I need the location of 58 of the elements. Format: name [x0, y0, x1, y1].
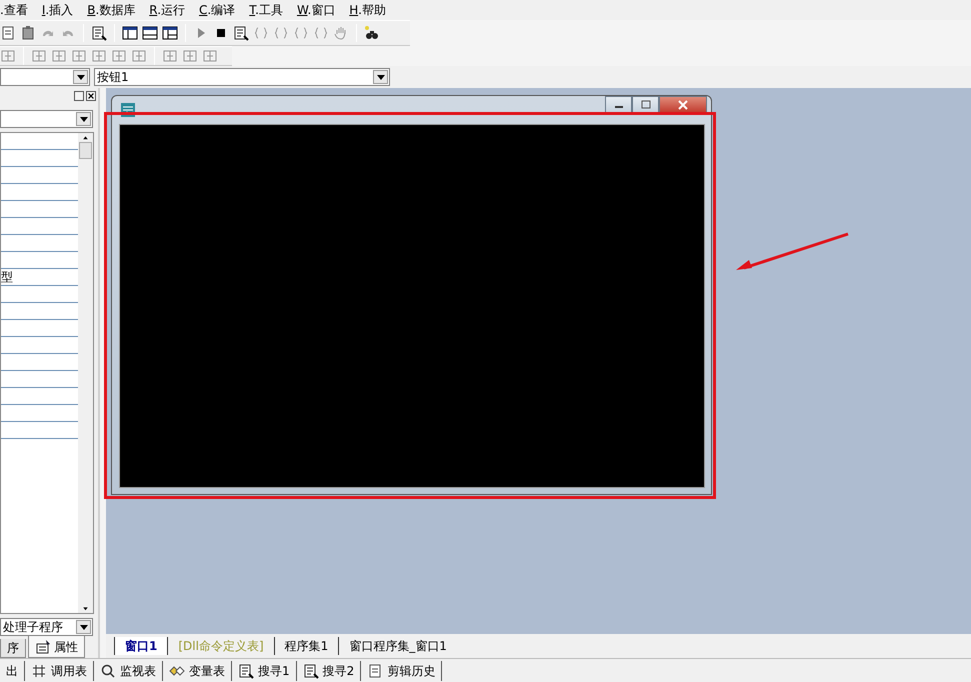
panel-tab[interactable]: 属性	[28, 636, 85, 658]
grid-icon	[31, 662, 47, 678]
property-text: 型	[1, 270, 13, 284]
menu-item[interactable]: R.运行	[149, 1, 186, 19]
scrollbar[interactable]	[78, 133, 93, 613]
brace-icon[interactable]	[293, 25, 309, 41]
maximize-icon	[640, 100, 650, 110]
object-combo[interactable]: 按钮1	[94, 68, 390, 86]
clipboard-icon[interactable]	[20, 25, 36, 41]
menu-item[interactable]: B.数据库	[87, 1, 136, 19]
align-icon[interactable]	[111, 48, 127, 64]
menu-item[interactable]: I.插入	[42, 1, 74, 19]
find-icon[interactable]	[233, 25, 249, 41]
panel-tab[interactable]: 调用表	[25, 660, 94, 680]
align-icon[interactable]	[91, 48, 107, 64]
menu-item[interactable]: C.编译	[199, 1, 236, 19]
panel-tab[interactable]: 搜寻2	[296, 660, 362, 680]
search-icon	[100, 662, 116, 678]
document-icon	[367, 662, 384, 678]
document-tab[interactable]: 窗口程序集_窗口1	[338, 637, 457, 655]
panel-tab[interactable]: 监视表	[94, 660, 163, 680]
properties-icon	[35, 638, 51, 654]
find-icon[interactable]	[91, 25, 107, 41]
layout-icon[interactable]	[162, 25, 178, 41]
object-type-combo[interactable]	[0, 68, 90, 86]
find-icon	[302, 662, 319, 678]
align-icon[interactable]	[202, 48, 218, 64]
panel-combo[interactable]	[0, 110, 93, 128]
align-icon[interactable]	[131, 48, 147, 64]
layout-icon[interactable]	[142, 25, 158, 41]
panel-tab[interactable]: 搜寻1	[232, 660, 297, 680]
menu-item[interactable]: .查看	[0, 1, 28, 19]
panel-tab[interactable]: 序	[0, 639, 26, 658]
align-icon[interactable]	[162, 48, 178, 64]
menu-item[interactable]: T.工具	[249, 1, 283, 19]
scroll-thumb[interactable]	[79, 142, 92, 159]
document-tab[interactable]: 程序集1	[274, 637, 338, 655]
event-combo[interactable]: 处理子程序	[0, 618, 93, 636]
document-tab[interactable]: 窗口1	[114, 637, 168, 655]
layout-icon[interactable]	[122, 25, 138, 41]
menu-item[interactable]: W.窗口	[296, 1, 336, 19]
panel-tab[interactable]: 变量表	[163, 660, 232, 680]
align-icon[interactable]	[182, 48, 198, 64]
binoculars-icon[interactable]	[364, 25, 380, 41]
align-icon[interactable]	[0, 48, 16, 64]
panel-tab[interactable]: 出	[0, 660, 25, 680]
menu-item[interactable]: H.帮助	[349, 1, 386, 19]
close-icon[interactable]	[86, 91, 96, 101]
document-icon[interactable]	[0, 25, 16, 41]
maximize-button[interactable]	[74, 91, 84, 101]
brace-icon[interactable]	[313, 25, 329, 41]
align-icon[interactable]	[31, 48, 47, 64]
align-icon[interactable]	[51, 48, 67, 64]
brace-icon[interactable]	[273, 25, 289, 41]
close-icon	[678, 100, 688, 110]
panel-tab[interactable]: 剪辑历史	[361, 660, 442, 680]
align-icon[interactable]	[71, 48, 87, 64]
find-icon	[238, 662, 254, 678]
